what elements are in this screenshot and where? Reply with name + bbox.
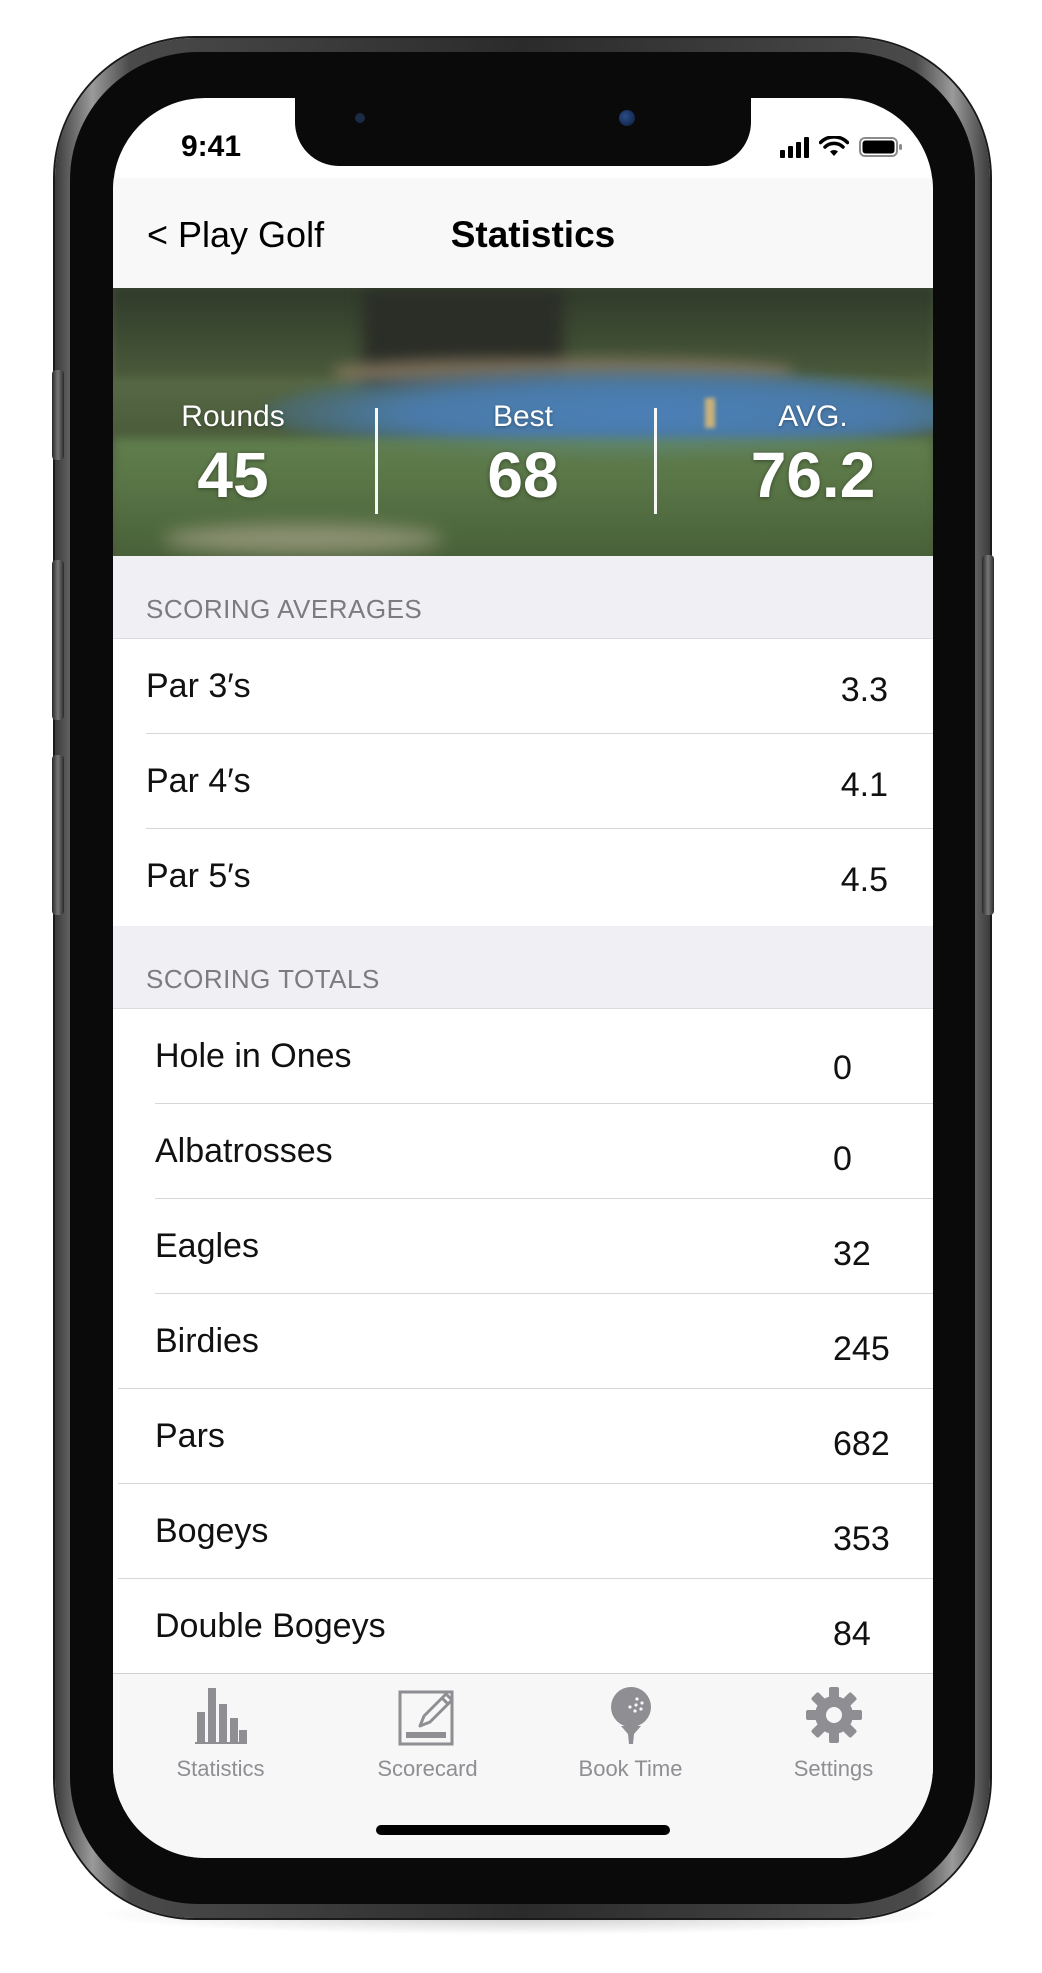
list-item-value: 353	[833, 1520, 890, 1558]
volume-down-button	[52, 755, 64, 915]
tab-book-time[interactable]: Book Time	[528, 1674, 733, 1794]
section-header-label: SCORING AVERAGES	[146, 594, 423, 624]
stat-label: AVG.	[778, 400, 848, 433]
list-item-value: 84	[833, 1615, 871, 1653]
list-item-value: 4.1	[840, 766, 888, 804]
notch	[295, 98, 751, 166]
tab-label: Statistics	[176, 1756, 265, 1781]
stat-value: 76.2	[750, 439, 876, 511]
front-camera-icon	[619, 110, 635, 126]
list-item[interactable]: Par 3′s 3.3	[113, 639, 933, 734]
list-item-value: 3.3	[840, 671, 888, 709]
gear-icon	[805, 1687, 862, 1743]
tab-label: Settings	[793, 1756, 874, 1781]
section-header-scoring-averages: SCORING AVERAGES	[113, 556, 933, 639]
silent-switch	[52, 370, 64, 460]
phone-screen: 9:41 < Play Golf Statistics Rounds 45 Be…	[113, 98, 933, 1858]
tab-settings[interactable]: Settings	[731, 1674, 933, 1794]
list-item-label: Par 4′s	[146, 762, 251, 800]
list-item-label: Albatrosses	[155, 1132, 333, 1170]
edit-card-icon	[398, 1690, 453, 1746]
wifi-icon	[819, 136, 849, 156]
list-item-value: 0	[833, 1049, 852, 1087]
cellular-signal-icon	[780, 136, 809, 158]
list-item-label: Par 3′s	[146, 667, 251, 705]
stat-best: Best 68	[413, 288, 633, 556]
list-item-label: Hole in Ones	[155, 1037, 352, 1075]
list-item[interactable]: Par 4′s 4.1	[113, 734, 933, 829]
status-time: 9:41	[181, 130, 242, 163]
list-item[interactable]: Par 5′s 4.5	[113, 829, 933, 924]
volume-up-button	[52, 560, 64, 720]
status-icons	[780, 132, 903, 158]
golf-ball-tee-icon	[610, 1687, 651, 1744]
list-item-label: Par 5′s	[146, 857, 251, 895]
stat-divider	[654, 408, 657, 514]
list-item[interactable]: Bogeys 353	[113, 1484, 933, 1579]
section-header-scoring-totals: SCORING TOTALS	[113, 926, 933, 1009]
list-item-label: Bogeys	[155, 1512, 269, 1550]
list-item-value: 0	[833, 1140, 852, 1178]
list-item[interactable]: Pars 682	[113, 1389, 933, 1484]
battery-icon	[859, 137, 902, 157]
list-item-label: Eagles	[155, 1227, 259, 1265]
list-item[interactable]: Birdies 245	[113, 1294, 933, 1389]
stat-divider	[375, 408, 378, 514]
sensor-icon	[355, 113, 365, 123]
tab-scorecard[interactable]: Scorecard	[325, 1674, 530, 1794]
stat-rounds: Rounds 45	[133, 288, 333, 556]
bar-chart-icon	[194, 1688, 247, 1744]
list-item-label: Double Bogeys	[155, 1607, 386, 1645]
list-item[interactable]: Albatrosses 0	[113, 1104, 933, 1199]
home-indicator[interactable]	[376, 1825, 670, 1835]
list-item-value: 682	[833, 1425, 890, 1463]
tab-label: Scorecard	[377, 1756, 478, 1781]
list-item-label: Pars	[155, 1417, 225, 1455]
stat-label: Best	[492, 400, 554, 433]
power-button	[982, 555, 994, 915]
stat-value: 45	[197, 439, 269, 511]
list-item-value: 4.5	[840, 861, 888, 899]
list-item-label: Birdies	[155, 1322, 259, 1360]
page-title: Statistics	[450, 214, 616, 255]
stat-value: 68	[487, 439, 559, 511]
stat-label: Rounds	[181, 400, 285, 433]
list-item-value: 245	[833, 1330, 890, 1368]
tab-label: Book Time	[578, 1756, 683, 1781]
stat-average: AVG. 76.2	[703, 288, 923, 556]
list-item-value: 32	[833, 1235, 871, 1273]
list-item[interactable]: Eagles 32	[113, 1199, 933, 1294]
tab-statistics[interactable]: Statistics	[118, 1674, 323, 1794]
list-item[interactable]: Hole in Ones 0	[113, 1009, 933, 1104]
section-header-label: SCORING TOTALS	[146, 964, 380, 994]
list-item[interactable]: Double Bogeys 84	[113, 1579, 933, 1674]
back-button[interactable]: < Play Golf	[147, 214, 324, 256]
